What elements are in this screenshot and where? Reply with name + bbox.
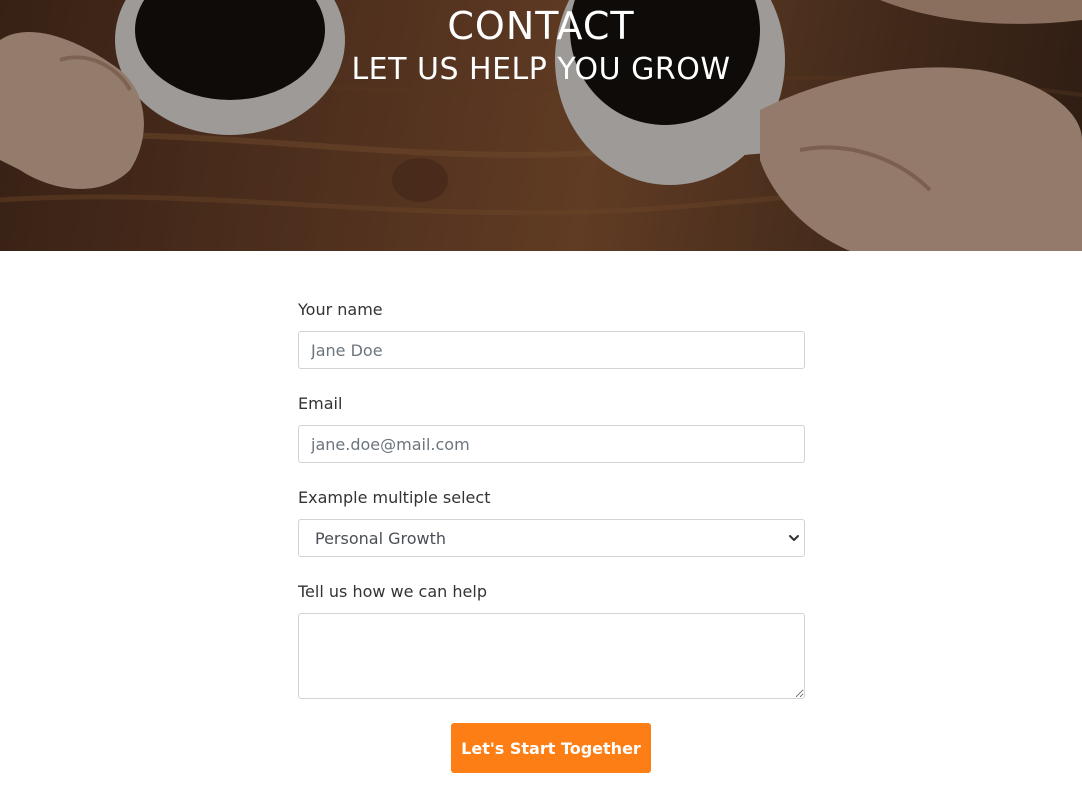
submit-row: Let's Start Together: [298, 723, 805, 773]
name-input[interactable]: [298, 331, 805, 369]
select-label: Example multiple select: [298, 488, 491, 507]
page-subtitle: LET US HELP YOU GROW: [351, 52, 731, 87]
hero-text-block: CONTACT LET US HELP YOU GROW: [0, 0, 1082, 88]
message-textarea[interactable]: [298, 613, 805, 699]
select-selected-value: Personal Growth: [315, 528, 447, 548]
message-field-group: Tell us how we can help: [298, 581, 805, 699]
name-label: Your name: [298, 300, 383, 319]
select-field-group: Example multiple select Personal Growth: [298, 487, 805, 557]
name-field-group: Your name: [298, 299, 805, 369]
email-input[interactable]: [298, 425, 805, 463]
hero-banner: CONTACT LET US HELP YOU GROW: [0, 0, 1082, 251]
page-title: CONTACT: [447, 4, 635, 48]
interest-select[interactable]: Personal Growth: [298, 519, 805, 557]
submit-button[interactable]: Let's Start Together: [451, 723, 651, 773]
email-label: Email: [298, 394, 343, 413]
contact-form: Your name Email Example multiple select …: [298, 299, 805, 773]
message-label: Tell us how we can help: [298, 582, 487, 601]
chevron-down-icon: [789, 535, 799, 541]
email-field-group: Email: [298, 393, 805, 463]
